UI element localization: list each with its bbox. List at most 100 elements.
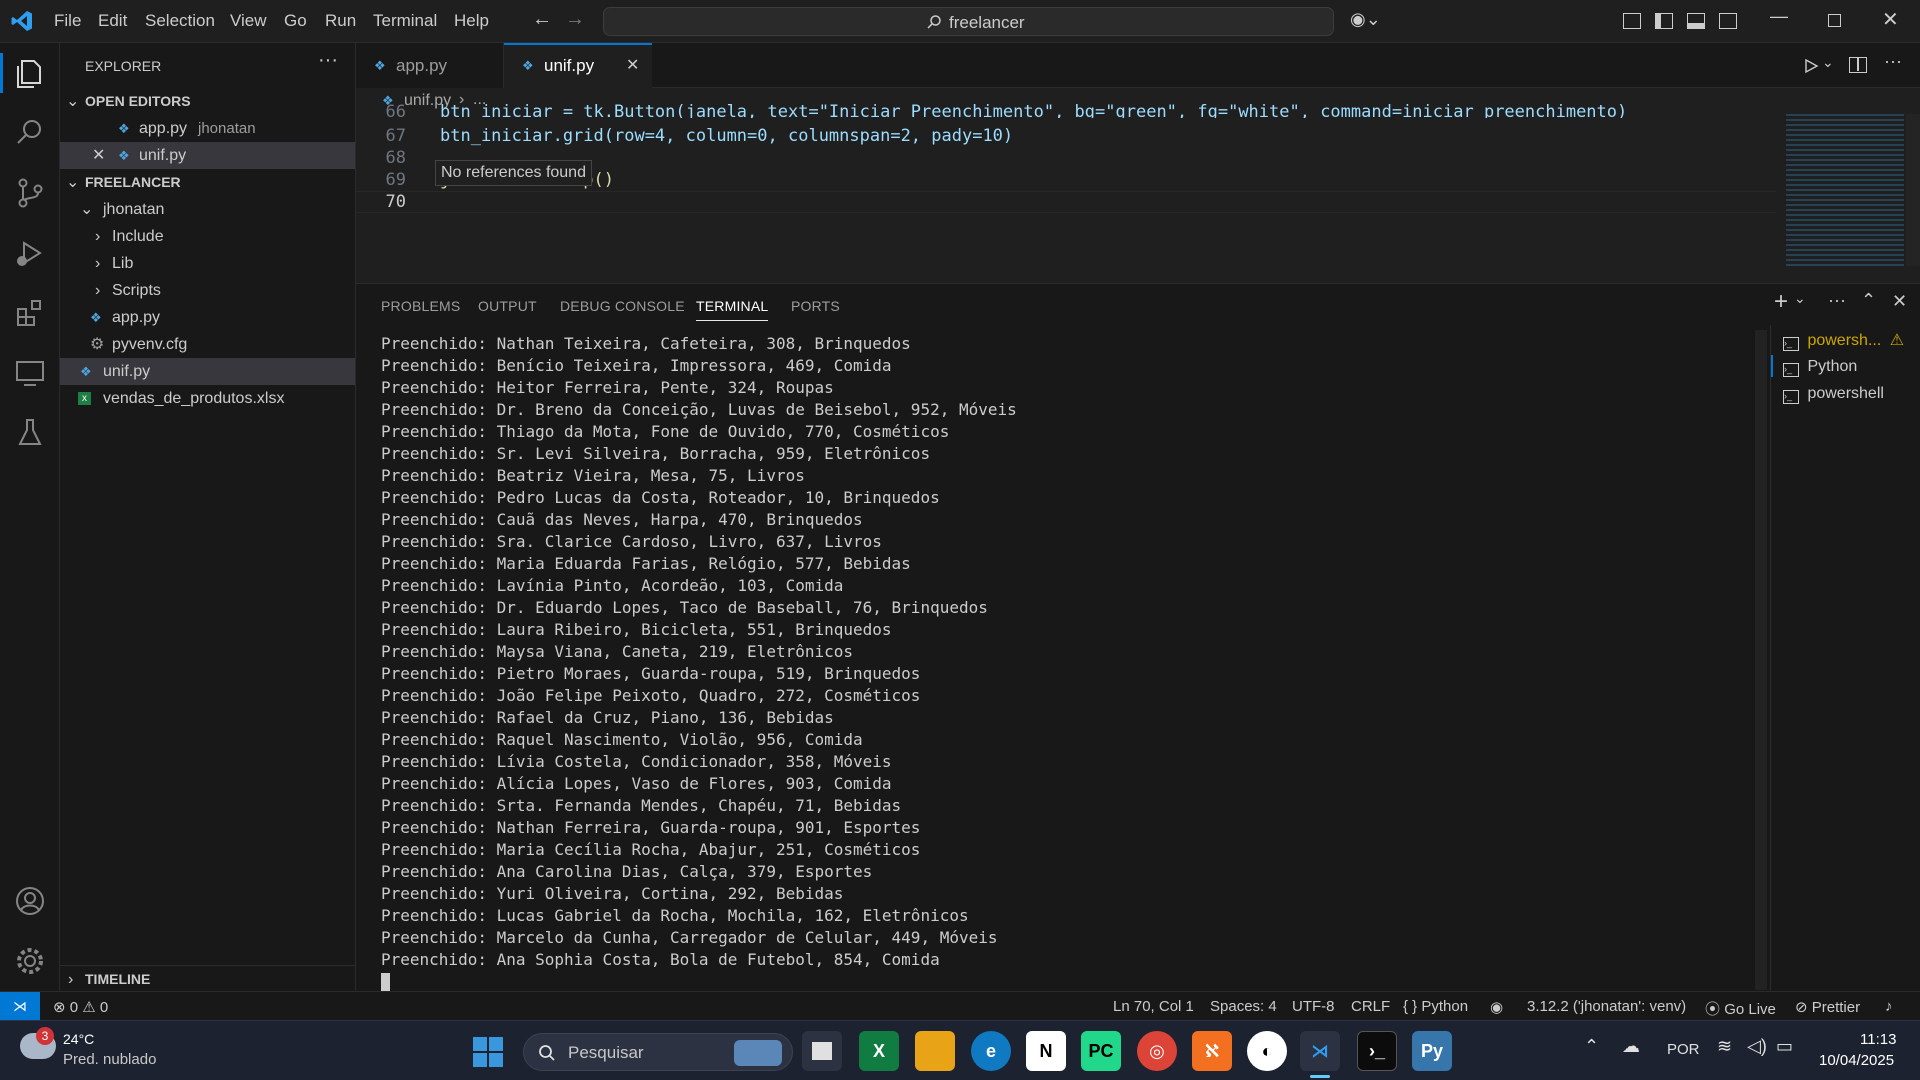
terminal-item-python[interactable]: ›_ Python: [1783, 358, 1857, 377]
toggle-primary-sidebar-icon[interactable]: [1655, 13, 1673, 29]
vscode-taskbar-icon[interactable]: ⋊: [1300, 1031, 1340, 1071]
panel-tab-terminal[interactable]: TERMINAL: [696, 298, 769, 321]
terminal-item-powershell-2[interactable]: ›_ powershell: [1783, 385, 1884, 404]
windows-start-icon[interactable]: [473, 1037, 503, 1067]
notifications-bell-icon[interactable]: ♪: [1885, 998, 1893, 1015]
remote-explorer-icon[interactable]: [12, 355, 48, 391]
problems-summary[interactable]: ⊗ 0 ⚠ 0: [53, 998, 108, 1016]
xampp-icon[interactable]: ℵ: [1192, 1031, 1232, 1071]
close-icon[interactable]: ✕: [626, 45, 639, 86]
code-editor[interactable]: 66 btn_iniciar = tk.Button(janela, text=…: [356, 102, 1920, 282]
remote-indicator-icon[interactable]: ⋊: [0, 992, 40, 1021]
weather-temp[interactable]: 24°C: [63, 1031, 94, 1047]
forward-arrow-icon[interactable]: →: [565, 8, 585, 31]
file-explorer-icon[interactable]: [915, 1031, 955, 1071]
menu-file[interactable]: File: [54, 11, 81, 31]
terminal-output[interactable]: Preenchido: Nathan Teixeira, Cafeteira, …: [381, 333, 1761, 971]
clock-time[interactable]: 11:13: [1860, 1031, 1896, 1048]
terminal-app-icon[interactable]: ›_: [1357, 1031, 1397, 1071]
more-actions-icon[interactable]: ···: [1828, 290, 1846, 311]
settings-gear-icon[interactable]: [12, 943, 48, 979]
menu-run[interactable]: Run: [325, 11, 356, 31]
tree-item-scripts[interactable]: › Scripts: [60, 277, 355, 304]
tree-item-include[interactable]: › Include: [60, 223, 355, 250]
close-panel-icon[interactable]: ✕: [1892, 291, 1907, 312]
run-debug-icon[interactable]: [12, 235, 48, 271]
restore-icon[interactable]: [1828, 14, 1841, 27]
tree-item-unif-py[interactable]: ❖ unif.py: [60, 358, 355, 385]
taskbar-search[interactable]: Pesquisar: [523, 1033, 793, 1071]
battery-icon[interactable]: ▭: [1776, 1036, 1793, 1057]
chevron-down-icon[interactable]: ⌄: [1794, 290, 1806, 307]
show-hidden-icons-icon[interactable]: ⌃: [1584, 1036, 1599, 1057]
copilot-status-icon[interactable]: ◉: [1490, 998, 1503, 1016]
cloud-offline-icon[interactable]: ☁: [1622, 1036, 1640, 1057]
command-center-search[interactable]: freelancer: [603, 7, 1334, 36]
notion-icon[interactable]: N: [1026, 1031, 1066, 1071]
panel-tab-output[interactable]: OUTPUT: [478, 298, 537, 314]
encoding[interactable]: UTF-8: [1292, 998, 1335, 1015]
more-actions-icon[interactable]: ···: [1884, 51, 1902, 72]
split-editor-icon[interactable]: [1849, 57, 1867, 73]
panel-tab-ports[interactable]: PORTS: [791, 298, 840, 314]
minimap[interactable]: [1786, 114, 1904, 266]
open-editors-header[interactable]: ⌄ OPEN EDITORS: [60, 88, 355, 115]
pycharm-icon[interactable]: PC: [1081, 1031, 1121, 1071]
menu-terminal[interactable]: Terminal: [373, 11, 437, 31]
timeline-header[interactable]: › TIMELINE: [60, 965, 355, 992]
clock-date[interactable]: 10/04/2025: [1819, 1052, 1894, 1069]
close-icon[interactable]: ✕: [92, 142, 105, 169]
tree-item-app-py[interactable]: ❖ app.py: [60, 304, 355, 331]
back-arrow-icon[interactable]: ←: [532, 8, 552, 31]
source-control-icon[interactable]: [12, 175, 48, 211]
testing-icon[interactable]: [12, 415, 48, 451]
menu-edit[interactable]: Edit: [98, 11, 127, 31]
menu-go[interactable]: Go: [284, 11, 307, 31]
copilot-icon[interactable]: ◉⌄: [1350, 9, 1381, 30]
weather-description[interactable]: Pred. nublado: [63, 1051, 156, 1068]
panel-tab-debug-console[interactable]: DEBUG CONSOLE: [560, 298, 685, 314]
tree-item-xlsx[interactable]: x vendas_de_produtos.xlsx: [60, 385, 355, 412]
tab-unif-py[interactable]: ❖ unif.py ✕: [504, 43, 652, 88]
volume-icon[interactable]: ◁): [1747, 1036, 1767, 1057]
accounts-icon[interactable]: [12, 883, 48, 919]
explorer-icon[interactable]: [12, 55, 48, 91]
more-actions-icon[interactable]: ···: [318, 49, 338, 72]
wifi-icon[interactable]: ≋: [1717, 1036, 1732, 1057]
go-live[interactable]: ⦿ Go Live: [1705, 998, 1776, 1019]
terminal-item-powershell-1[interactable]: ›_ powersh... ⚠: [1783, 330, 1904, 351]
excel-icon[interactable]: X: [859, 1031, 899, 1071]
python-interpreter[interactable]: 3.12.2 ('jhonatan': venv): [1527, 998, 1686, 1015]
terminal-scrollbar[interactable]: [1755, 330, 1767, 990]
cursor-position[interactable]: Ln 70, Col 1: [1113, 998, 1194, 1015]
task-view-icon[interactable]: [802, 1031, 842, 1071]
folder-header[interactable]: ⌄ FREELANCER: [60, 169, 355, 196]
close-window-icon[interactable]: ✕: [1882, 7, 1899, 32]
language-mode[interactable]: { } Python: [1403, 998, 1468, 1015]
python-app-icon[interactable]: Py: [1412, 1031, 1452, 1071]
menu-view[interactable]: View: [230, 11, 267, 31]
search-icon[interactable]: [12, 115, 48, 151]
maximize-panel-icon[interactable]: ⌃: [1861, 290, 1876, 311]
github-icon[interactable]: ◐: [1247, 1031, 1287, 1071]
prettier[interactable]: ⊘ Prettier: [1795, 998, 1860, 1016]
edge-icon[interactable]: e: [971, 1031, 1011, 1071]
language-indicator[interactable]: POR: [1667, 1041, 1700, 1058]
indentation[interactable]: Spaces: 4: [1210, 998, 1277, 1015]
menu-selection[interactable]: Selection: [145, 11, 215, 31]
toggle-secondary-sidebar-icon[interactable]: [1719, 13, 1737, 29]
run-python-icon[interactable]: [1803, 58, 1819, 74]
chevron-down-icon[interactable]: ⌄: [1822, 54, 1834, 71]
tree-item-pyvenv-cfg[interactable]: ⚙ pyvenv.cfg: [60, 331, 355, 358]
tree-item-lib[interactable]: › Lib: [60, 250, 355, 277]
minimize-icon[interactable]: —: [1770, 6, 1788, 27]
chrome-icon[interactable]: ◎: [1137, 1031, 1177, 1071]
menu-help[interactable]: Help: [454, 11, 489, 31]
end-of-line[interactable]: CRLF: [1351, 998, 1390, 1015]
extensions-icon[interactable]: [12, 295, 48, 331]
new-terminal-icon[interactable]: +: [1774, 288, 1788, 316]
panel-tab-problems[interactable]: PROBLEMS: [381, 298, 460, 314]
open-editor-unif-py[interactable]: ✕ ❖ unif.py: [60, 142, 355, 169]
tree-item-jhonatan[interactable]: ⌄ jhonatan: [60, 196, 355, 223]
customize-layout-icon[interactable]: [1623, 13, 1641, 29]
